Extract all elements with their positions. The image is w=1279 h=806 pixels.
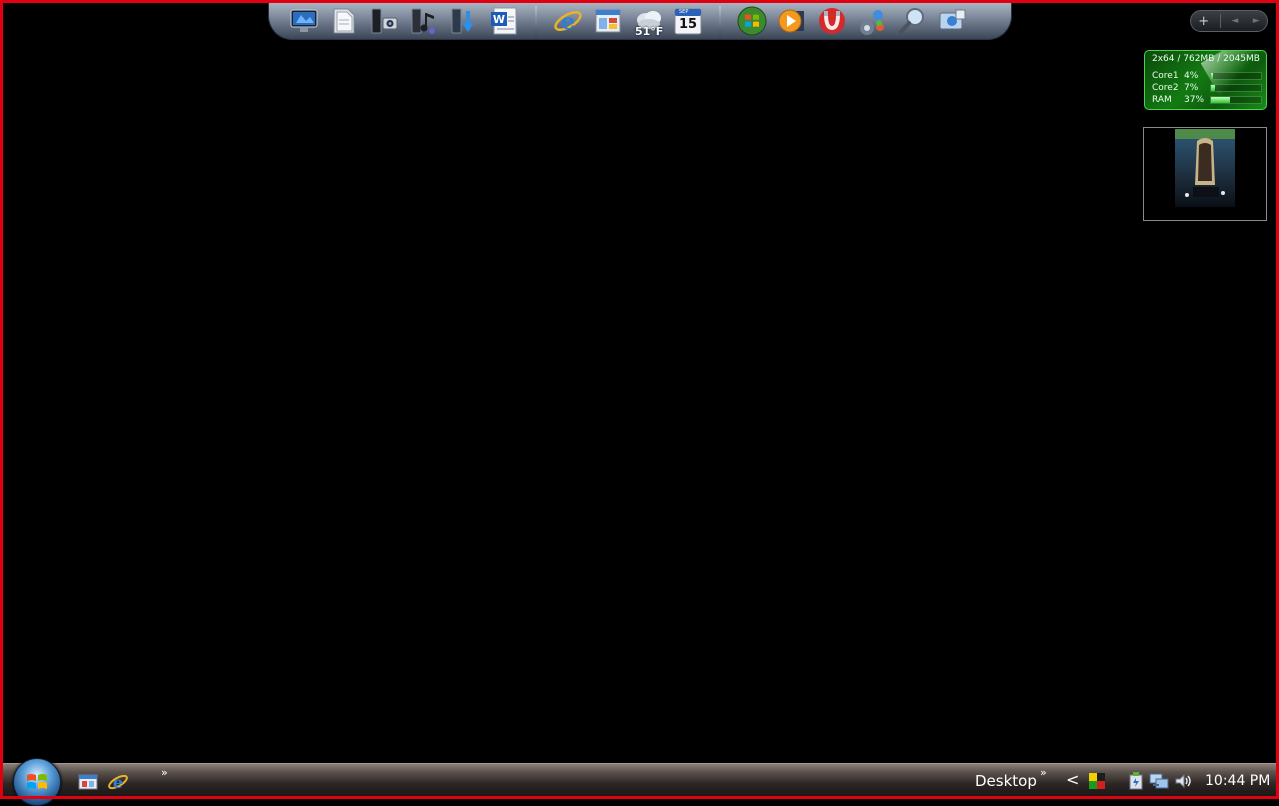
- desktop-toolbar-more-button[interactable]: »: [1040, 766, 1047, 779]
- internet-explorer-icon[interactable]: e: [107, 771, 129, 793]
- desktop[interactable]: [3, 3, 1276, 763]
- media-center-icon[interactable]: [287, 4, 321, 38]
- show-desktop-icon[interactable]: [77, 771, 99, 793]
- usage-bar-fill: [1211, 73, 1213, 79]
- network-icon[interactable]: [935, 4, 969, 38]
- cpu-meter-label: RAM: [1152, 95, 1172, 105]
- usage-bar-fill: [1211, 97, 1230, 103]
- cpu-meter-row-ram: RAM 37%: [1152, 95, 1264, 105]
- windows-logo-icon[interactable]: [735, 4, 769, 38]
- usage-bar: [1210, 96, 1262, 104]
- taskbar: e » Desktop » < 10:44 PM: [3, 758, 1276, 806]
- calendar-icon[interactable]: SEP 15: [671, 4, 705, 38]
- quick-launch-more-button[interactable]: »: [161, 766, 168, 779]
- calendar-day: 15: [678, 17, 698, 32]
- downloads-icon[interactable]: [447, 4, 481, 38]
- windows-explorer-icon[interactable]: [591, 4, 625, 38]
- cpu-meter-value: 7%: [1184, 83, 1199, 93]
- network-connection-icon[interactable]: [1149, 771, 1169, 791]
- previous-page-button[interactable]: ◄: [1227, 16, 1242, 26]
- cpu-meter-label: Core2: [1152, 83, 1179, 93]
- slideshow-gadget[interactable]: [1143, 127, 1267, 221]
- usage-bar: [1210, 72, 1262, 80]
- windows-logo-icon: [27, 774, 47, 789]
- word-icon[interactable]: W: [487, 4, 521, 38]
- svg-text:e: e: [113, 773, 123, 792]
- internet-explorer-icon[interactable]: e: [551, 4, 585, 38]
- weather-temperature: 51°F: [635, 25, 664, 38]
- show-hidden-icons-button[interactable]: <: [1066, 770, 1079, 789]
- sidebar-controls: + ◄ ►: [1190, 10, 1268, 32]
- search-icon[interactable]: [895, 4, 929, 38]
- cpu-meter-label: Core1: [1152, 71, 1179, 81]
- calendar-month: SEP: [679, 9, 689, 15]
- cpu-meter-value: 4%: [1184, 71, 1199, 81]
- music-icon[interactable]: [407, 4, 441, 38]
- desktop-toolbar-label[interactable]: Desktop: [975, 772, 1037, 790]
- sidebar-divider: [1219, 14, 1221, 28]
- weather-icon[interactable]: 51°F: [631, 4, 665, 38]
- svg-text:e: e: [561, 9, 575, 35]
- cpu-meter-gadget[interactable]: 2x64 / 762MB / 2045MB Core1 4% Core2 7% …: [1144, 50, 1267, 110]
- dock-separator: [719, 6, 721, 36]
- cpu-meter-header: 2x64 / 762MB / 2045MB: [1152, 54, 1260, 64]
- usage-bar-fill: [1211, 85, 1215, 91]
- next-page-button[interactable]: ►: [1249, 16, 1264, 26]
- volume-icon[interactable]: [1173, 771, 1193, 791]
- cpu-meter-row-core2: Core2 7%: [1152, 83, 1264, 93]
- dock-separator: [535, 6, 537, 36]
- cpu-meter-value: 37%: [1184, 95, 1205, 105]
- add-gadget-button[interactable]: +: [1194, 14, 1213, 29]
- usage-bar: [1210, 84, 1262, 92]
- clock[interactable]: 10:44 PM: [1205, 773, 1270, 789]
- documents-icon[interactable]: [327, 4, 361, 38]
- color-squares-icon[interactable]: [1087, 771, 1107, 791]
- media-player-icon[interactable]: [775, 4, 809, 38]
- svg-text:W: W: [493, 13, 505, 26]
- power-icon[interactable]: [1125, 771, 1145, 791]
- slideshow-photo: [1175, 129, 1235, 207]
- pc-camera-icon[interactable]: [367, 4, 401, 38]
- control-panel-icon[interactable]: [855, 4, 889, 38]
- magnet-icon[interactable]: [815, 4, 849, 38]
- cpu-meter-row-core1: Core1 4%: [1152, 71, 1264, 81]
- dock-bar: W e 51°F SEP 15: [268, 3, 1012, 40]
